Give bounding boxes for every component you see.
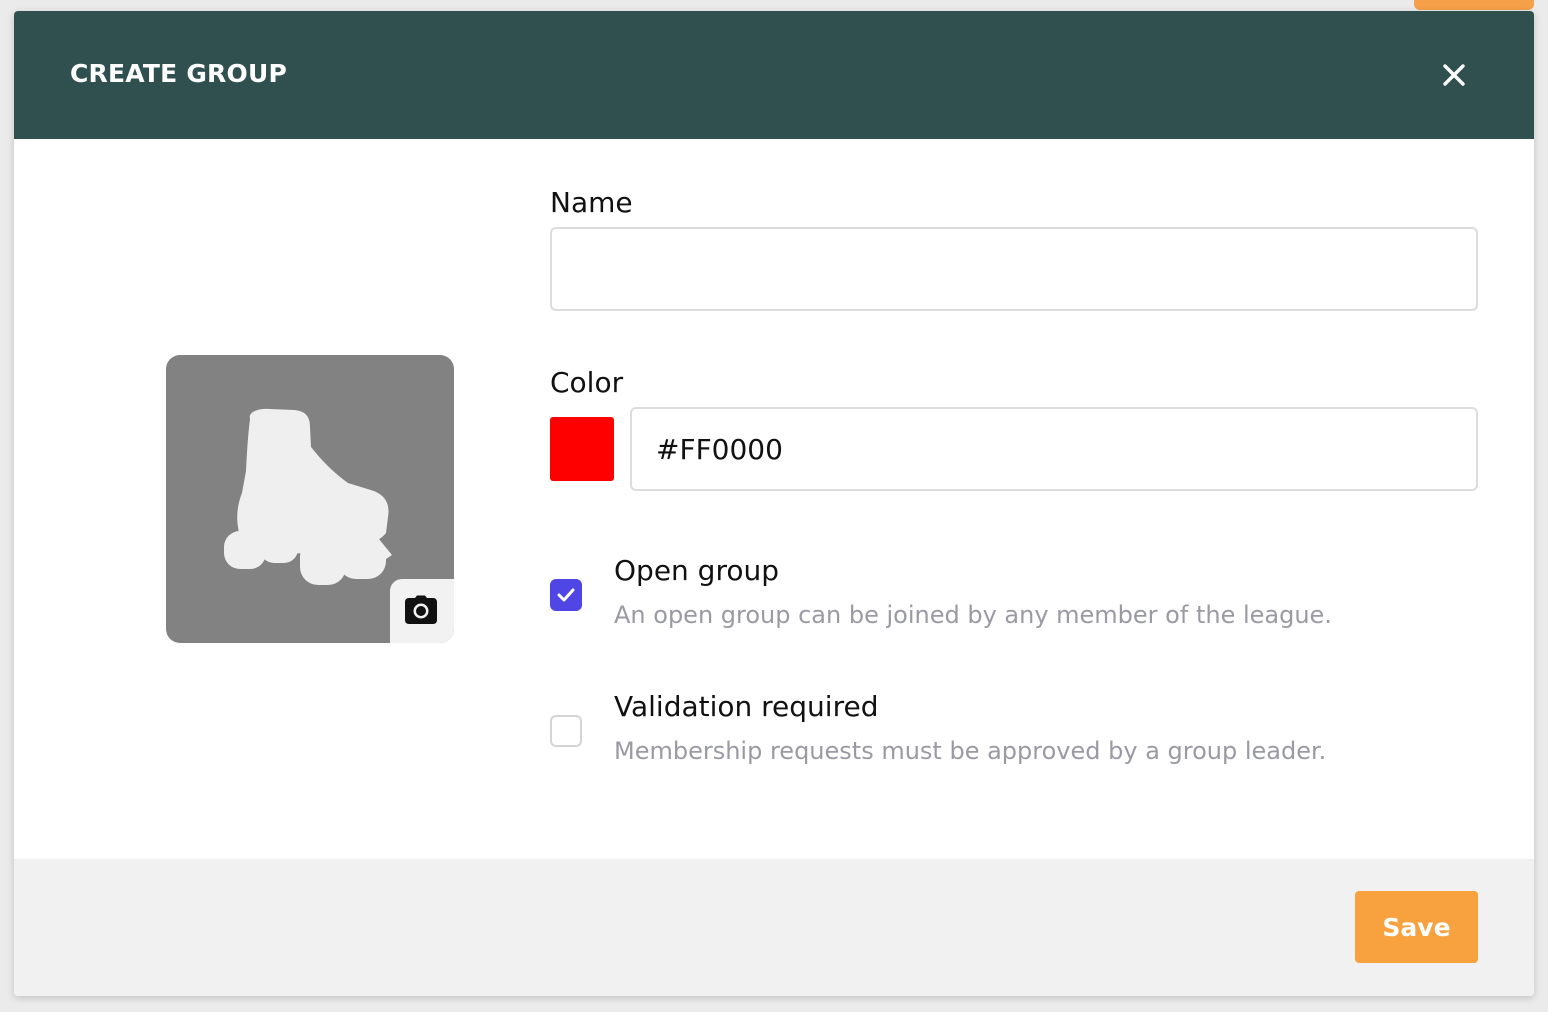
camera-icon bbox=[405, 595, 437, 624]
validation-required-title: Validation required bbox=[614, 690, 879, 723]
name-label: Name bbox=[550, 186, 633, 219]
save-button[interactable]: Save bbox=[1355, 891, 1478, 963]
validation-required-description: Membership requests must be approved by … bbox=[614, 737, 1327, 765]
close-button[interactable] bbox=[1434, 55, 1474, 95]
open-group-checkbox[interactable] bbox=[550, 579, 582, 611]
name-input[interactable] bbox=[550, 227, 1478, 311]
open-group-description: An open group can be joined by any membe… bbox=[614, 601, 1332, 629]
validation-required-checkbox[interactable] bbox=[550, 715, 582, 747]
dialog-footer: Save bbox=[14, 859, 1534, 996]
create-group-dialog: CREATE GROUP Name Color #FF0000 Open gro… bbox=[14, 11, 1534, 996]
color-label: Color bbox=[550, 366, 624, 399]
checkmark-icon bbox=[557, 588, 575, 602]
color-hex-input[interactable] bbox=[630, 407, 1478, 491]
upload-photo-button[interactable] bbox=[390, 579, 454, 643]
close-icon bbox=[1443, 64, 1465, 86]
dialog-title: CREATE GROUP bbox=[70, 59, 287, 88]
color-swatch[interactable] bbox=[550, 417, 614, 481]
dialog-header: CREATE GROUP bbox=[14, 11, 1534, 139]
open-group-title: Open group bbox=[614, 554, 780, 587]
backdrop-accent bbox=[1414, 0, 1534, 10]
